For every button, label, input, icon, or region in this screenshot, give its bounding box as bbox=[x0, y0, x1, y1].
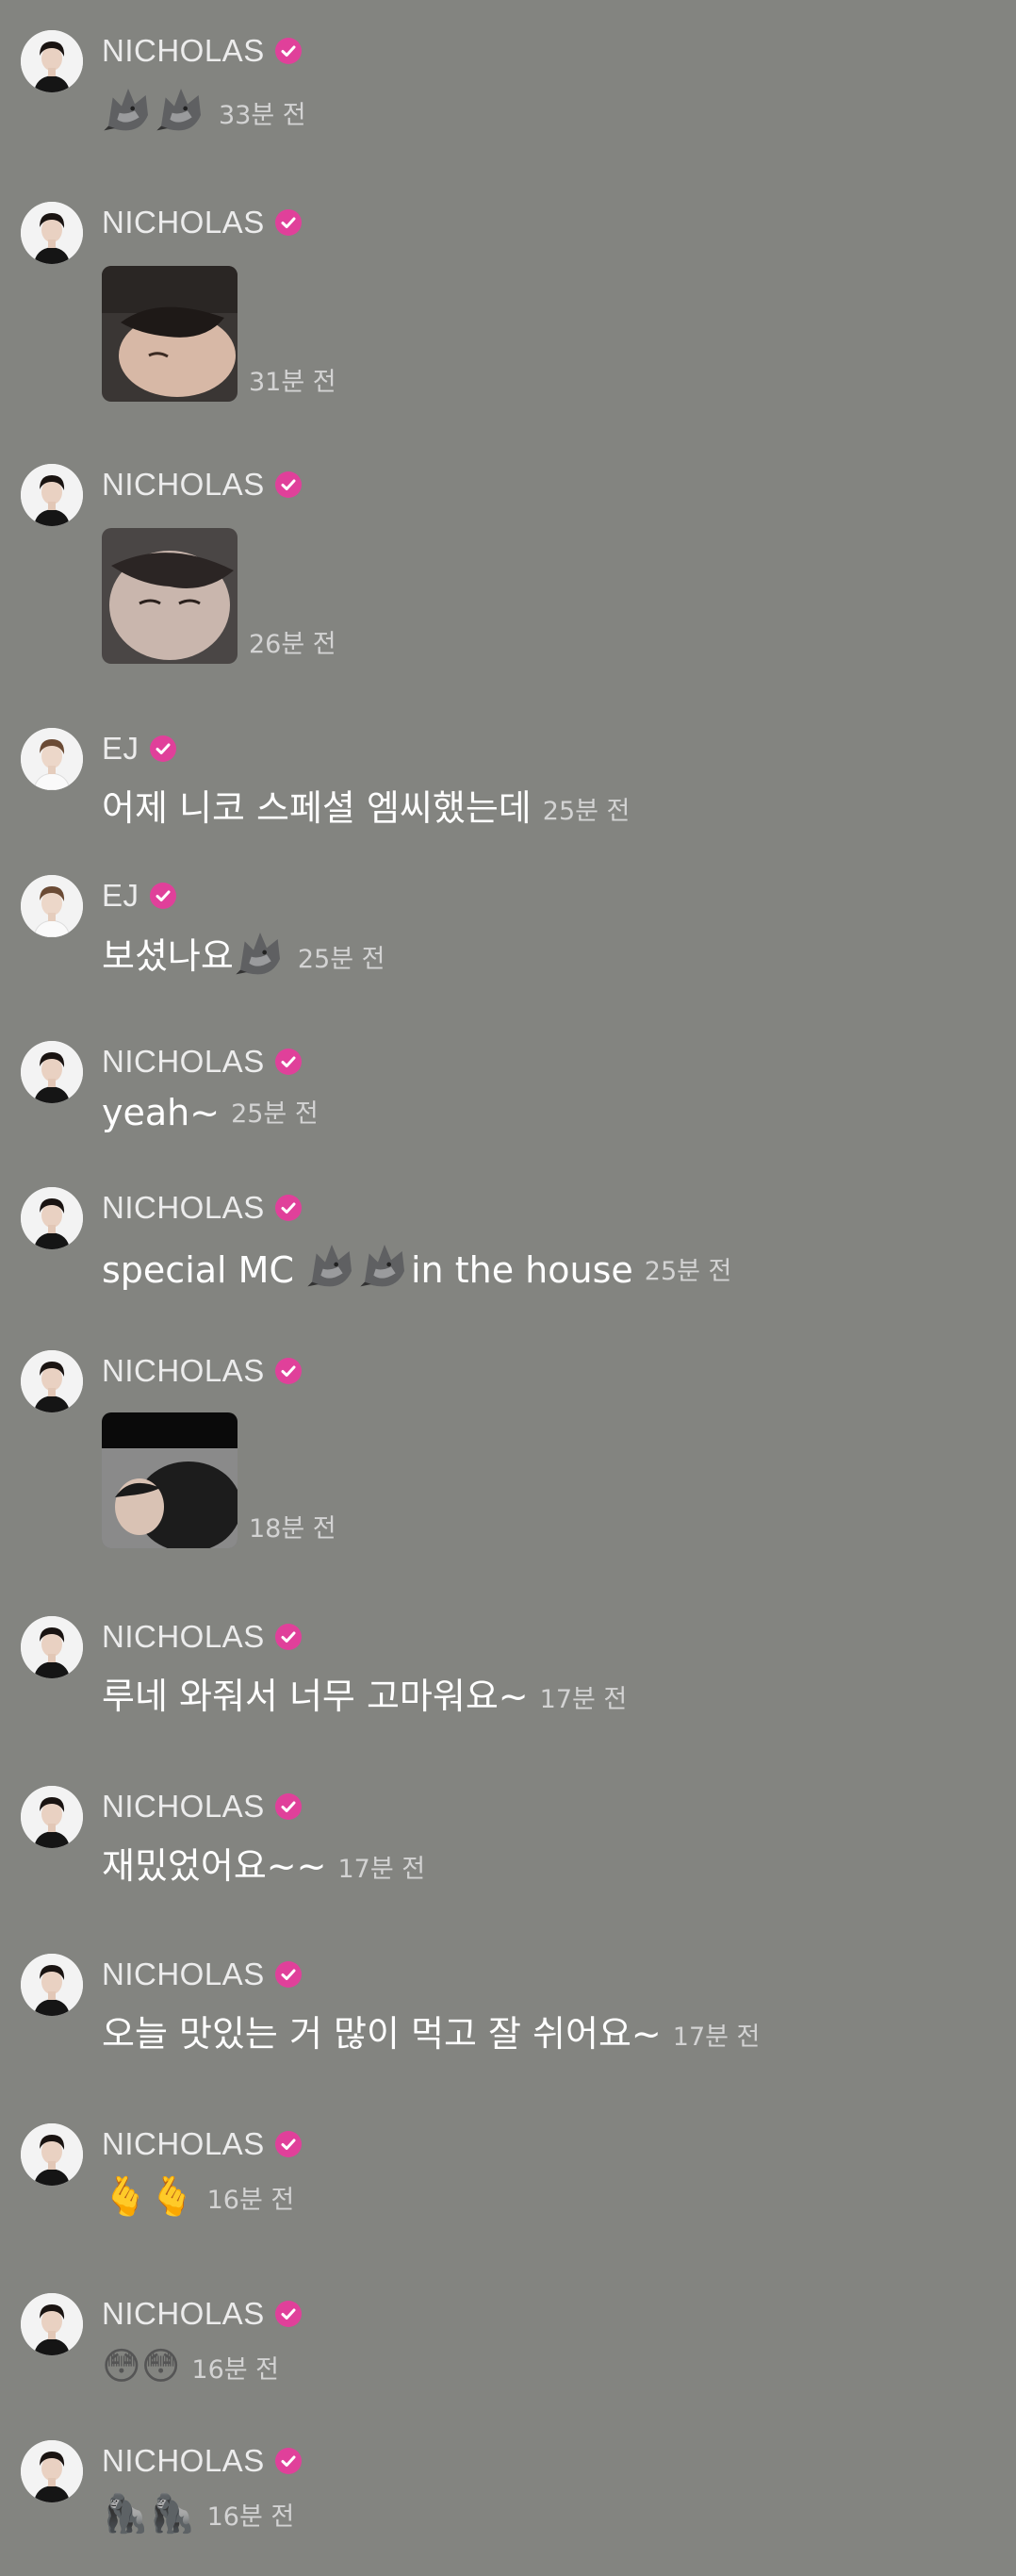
message-text: 보셨나요 bbox=[102, 935, 234, 977]
author-name[interactable]: EJ bbox=[102, 878, 139, 914]
author-name[interactable]: NICHOLAS bbox=[102, 467, 265, 503]
avatar[interactable] bbox=[21, 875, 83, 937]
avatar[interactable] bbox=[21, 2293, 83, 2355]
avatar[interactable] bbox=[21, 30, 83, 92]
verified-badge-icon bbox=[274, 1792, 303, 1821]
avatar[interactable] bbox=[21, 1954, 83, 2016]
verified-badge-icon bbox=[274, 1357, 303, 1385]
author-name[interactable]: NICHOLAS bbox=[102, 1619, 265, 1655]
verified-badge-icon bbox=[149, 882, 177, 910]
timestamp: 33분 전 bbox=[219, 101, 306, 130]
timestamp: 25분 전 bbox=[644, 1257, 732, 1286]
wolf-emoji-icon bbox=[305, 1238, 358, 1291]
timestamp: 17분 전 bbox=[337, 1855, 426, 1884]
verified-badge-icon bbox=[149, 735, 177, 763]
verified-badge-icon bbox=[274, 2300, 303, 2328]
message-text: 루네 와줘서 너무 고마워요~ bbox=[102, 1676, 529, 1717]
wolf-emoji-icon bbox=[234, 926, 287, 979]
wolf-emoji-icon bbox=[358, 1238, 411, 1291]
photo-attachment[interactable] bbox=[102, 266, 238, 402]
author-name[interactable]: NICHOLAS bbox=[102, 1957, 265, 1992]
timestamp: 26분 전 bbox=[249, 630, 336, 659]
author-name[interactable]: NICHOLAS bbox=[102, 205, 265, 240]
author-name[interactable]: NICHOLAS bbox=[102, 2443, 265, 2479]
avatar[interactable] bbox=[21, 202, 83, 264]
avatar[interactable] bbox=[21, 2440, 83, 2502]
emoji-message: 🫰🫰 bbox=[102, 2175, 196, 2219]
timestamp: 16분 전 bbox=[191, 2355, 280, 2385]
timestamp: 18분 전 bbox=[249, 1514, 336, 1544]
avatar[interactable] bbox=[21, 1350, 83, 1412]
author-name[interactable]: NICHOLAS bbox=[102, 1353, 265, 1389]
timestamp: 25분 전 bbox=[297, 945, 385, 974]
timestamp: 25분 전 bbox=[542, 797, 631, 826]
verified-badge-icon bbox=[274, 37, 303, 65]
emoji-message: 🦍🦍 bbox=[102, 2492, 196, 2535]
author-name[interactable]: NICHOLAS bbox=[102, 1190, 265, 1226]
photo-attachment[interactable] bbox=[102, 1412, 238, 1548]
avatar[interactable] bbox=[21, 728, 83, 790]
avatar[interactable] bbox=[21, 464, 83, 526]
verified-badge-icon bbox=[274, 1960, 303, 1989]
avatar[interactable] bbox=[21, 1616, 83, 1678]
author-name[interactable]: NICHOLAS bbox=[102, 33, 265, 69]
author-name[interactable]: NICHOLAS bbox=[102, 2296, 265, 2332]
author-name[interactable]: NICHOLAS bbox=[102, 2126, 265, 2162]
timestamp: 16분 전 bbox=[206, 2186, 295, 2215]
message-text: special MC bbox=[102, 1249, 294, 1291]
author-name[interactable]: NICHOLAS bbox=[102, 1789, 265, 1825]
verified-badge-icon bbox=[274, 208, 303, 237]
emoji-message: 😳😳 bbox=[102, 2345, 181, 2388]
timestamp: 17분 전 bbox=[539, 1685, 628, 1714]
message-text: in the house bbox=[411, 1249, 633, 1291]
avatar[interactable] bbox=[21, 1041, 83, 1103]
verified-badge-icon bbox=[274, 471, 303, 499]
avatar[interactable] bbox=[21, 1786, 83, 1848]
verified-badge-icon bbox=[274, 1623, 303, 1651]
wolf-emoji-icon bbox=[155, 82, 207, 135]
wolf-emoji-icon bbox=[102, 82, 155, 135]
verified-badge-icon bbox=[274, 2130, 303, 2158]
message-text: 재밌었어요~~ bbox=[102, 1845, 327, 1887]
timestamp: 17분 전 bbox=[672, 2023, 761, 2052]
avatar[interactable] bbox=[21, 1187, 83, 1249]
timestamp: 16분 전 bbox=[206, 2502, 295, 2532]
verified-badge-icon bbox=[274, 1194, 303, 1222]
author-name[interactable]: NICHOLAS bbox=[102, 1044, 265, 1080]
verified-badge-icon bbox=[274, 1048, 303, 1076]
timestamp: 25분 전 bbox=[231, 1099, 319, 1129]
timestamp: 31분 전 bbox=[249, 368, 336, 397]
message-text: 오늘 맛있는 거 많이 먹고 잘 쉬어요~ bbox=[102, 2013, 662, 2055]
avatar[interactable] bbox=[21, 2123, 83, 2186]
message-text: 어제 니코 스페셜 엠씨했는데 bbox=[102, 787, 532, 829]
photo-attachment[interactable] bbox=[102, 528, 238, 664]
verified-badge-icon bbox=[274, 2447, 303, 2475]
message-text: yeah~ bbox=[102, 1092, 221, 1133]
author-name[interactable]: EJ bbox=[102, 731, 139, 767]
